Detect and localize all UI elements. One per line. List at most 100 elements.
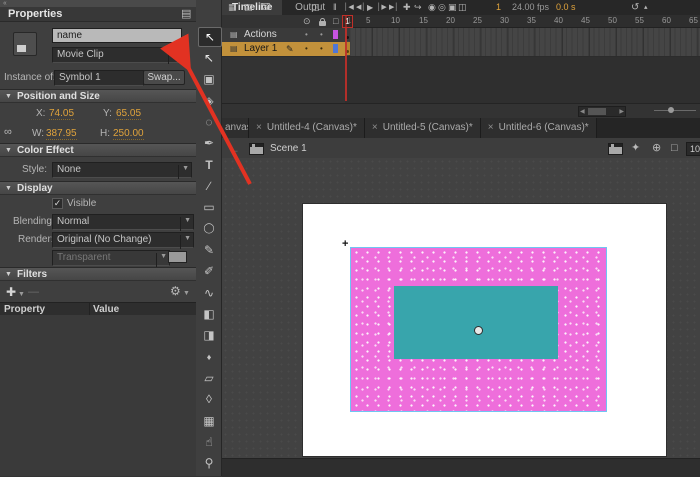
document-tab-untitled6[interactable]: ×Untitled-6 (Canvas)* bbox=[481, 118, 597, 138]
layer-row-layer1[interactable]: ▤ Layer 1 ✎ • • bbox=[222, 42, 345, 57]
layer-lock-dot[interactable]: • bbox=[320, 42, 323, 56]
scene-name[interactable]: Scene 1 bbox=[270, 143, 307, 154]
eyedropper-tool[interactable]: ♦ bbox=[198, 348, 220, 366]
constrain-proportions-icon[interactable]: ∞ bbox=[4, 127, 12, 138]
x-value[interactable]: 74.05 bbox=[49, 108, 74, 120]
frame-ruler[interactable]: 1 5 10 15 20 25 30 35 40 45 50 55 60 65 bbox=[345, 15, 700, 28]
lasso-tool[interactable]: ◌ bbox=[198, 113, 220, 131]
filter-options-gear-icon[interactable]: ⚙ bbox=[170, 285, 181, 297]
hand-tool[interactable]: ☝ bbox=[198, 433, 220, 451]
style-dropdown[interactable]: None ▼ bbox=[52, 162, 192, 178]
collapse-panel-icon[interactable]: ‹‹ bbox=[3, 0, 6, 7]
free-transform-tool[interactable]: ▣ bbox=[198, 70, 220, 88]
center-frame-button[interactable]: ◫ bbox=[311, 2, 320, 13]
modify-markers-button[interactable]: ◫ bbox=[458, 2, 467, 13]
background-color-swatch[interactable] bbox=[168, 251, 187, 263]
symbol-type-dropdown[interactable]: Movie Clip ▼ bbox=[52, 47, 182, 63]
transformation-point[interactable] bbox=[474, 326, 483, 335]
zoom-tool[interactable]: ⚲ bbox=[198, 454, 220, 472]
stage-zoom-input[interactable]: 100 bbox=[686, 142, 700, 156]
scroll-right-icon[interactable]: ▶ bbox=[619, 108, 624, 115]
reset-timeline-zoom-icon[interactable]: ↺ bbox=[631, 2, 639, 13]
render-dropdown[interactable]: Original (No Change) ▼ bbox=[52, 232, 194, 248]
outline-all-layers-icon[interactable]: □ bbox=[333, 16, 338, 27]
oval-tool[interactable]: ◯ bbox=[198, 220, 220, 238]
timeline-zoom-slider-track[interactable] bbox=[654, 110, 696, 111]
step-forward-button[interactable]: │▶ bbox=[377, 2, 387, 13]
playhead-frame-indicator[interactable]: 1 bbox=[342, 15, 353, 28]
teal-rectangle[interactable] bbox=[394, 286, 558, 359]
properties-title[interactable]: Properties bbox=[8, 8, 62, 20]
document-tab-untitled4[interactable]: ×Untitled-4 (Canvas)* bbox=[249, 118, 365, 138]
frame-rate-value[interactable]: 24.00 fps bbox=[512, 2, 549, 13]
layer-outline-color-swatch[interactable] bbox=[333, 44, 338, 53]
stage-bottom-scroll-track[interactable] bbox=[222, 458, 700, 477]
show-hide-all-layers-icon[interactable]: ⊙ bbox=[303, 16, 311, 27]
h-value[interactable]: 250.00 bbox=[113, 128, 144, 140]
layer-name[interactable]: Actions bbox=[244, 28, 277, 42]
w-value[interactable]: 387.95 bbox=[46, 128, 77, 140]
instance-name-input[interactable]: name bbox=[52, 28, 182, 43]
delete-layer-button[interactable]: ⌧ bbox=[260, 2, 270, 13]
document-tab-untitled5[interactable]: ×Untitled-5 (Canvas)* bbox=[365, 118, 481, 138]
frames-row-layer1[interactable] bbox=[345, 42, 700, 57]
layer-visibility-dot[interactable]: • bbox=[305, 42, 308, 56]
onion-skin-outlines-button[interactable]: ◎ bbox=[438, 2, 446, 13]
new-folder-button[interactable]: ▤ bbox=[244, 2, 253, 13]
panel-menu-icon[interactable]: ▤ bbox=[181, 9, 191, 20]
visible-checkbox[interactable]: ✓ bbox=[52, 198, 63, 209]
export-frame-button[interactable]: ↪ bbox=[414, 2, 422, 13]
edit-symbols-button[interactable]: ✦ bbox=[631, 143, 640, 154]
insert-frame-button[interactable]: ✚ bbox=[403, 2, 411, 13]
document-tab-partial[interactable]: anvas)* bbox=[222, 118, 249, 138]
value-column-header[interactable]: Value bbox=[93, 304, 119, 315]
scroll-left-icon[interactable]: ◀ bbox=[580, 108, 585, 115]
layer-outline-color-swatch[interactable] bbox=[333, 30, 338, 39]
property-column-header[interactable]: Property bbox=[4, 304, 45, 315]
timeline-zoom-slider-knob[interactable] bbox=[668, 107, 674, 113]
edit-scene-button[interactable] bbox=[608, 143, 623, 155]
pencil-tool[interactable]: ✎ bbox=[198, 241, 220, 259]
current-frame-value[interactable]: 1 bbox=[496, 2, 501, 13]
paint-bucket-tool[interactable]: ◧ bbox=[198, 305, 220, 323]
close-icon[interactable]: × bbox=[256, 122, 262, 133]
filter-options-chevron[interactable]: ▼ bbox=[183, 290, 189, 297]
swap-button[interactable]: Swap... bbox=[143, 70, 185, 85]
width-tool[interactable]: ◊ bbox=[198, 390, 220, 408]
layer-name[interactable]: Layer 1 bbox=[244, 42, 277, 56]
brush-tool[interactable]: ✐ bbox=[198, 262, 220, 280]
zoom-out-tri-icon[interactable]: ▴ bbox=[644, 2, 648, 13]
back-arrow-icon[interactable]: ← bbox=[228, 142, 240, 156]
frames-row-actions[interactable] bbox=[345, 28, 700, 43]
edit-multiple-frames-button[interactable]: ▣ bbox=[448, 2, 457, 13]
rectangle-tool[interactable]: ▭ bbox=[198, 198, 220, 216]
text-tool[interactable]: T bbox=[198, 156, 220, 174]
instance-name-field[interactable]: Symbol 1 bbox=[54, 70, 144, 86]
section-display[interactable]: ▼ Display bbox=[0, 181, 196, 195]
scrollbar-thumb[interactable] bbox=[588, 108, 606, 115]
center-stage-button[interactable]: ⊕ bbox=[652, 143, 661, 154]
subselection-tool[interactable]: ↖ bbox=[198, 49, 220, 67]
go-first-frame-button[interactable]: │◀ bbox=[344, 2, 354, 13]
section-filters[interactable]: ▼ Filters bbox=[0, 267, 196, 281]
remove-filter-icon[interactable]: — bbox=[28, 287, 39, 298]
layer-visibility-dot[interactable]: • bbox=[305, 28, 308, 42]
line-tool[interactable]: ∕ bbox=[198, 177, 220, 195]
bone-tool[interactable]: ∿ bbox=[198, 284, 220, 302]
timeline-scrollbar[interactable]: ◀ ▶ bbox=[578, 106, 626, 117]
step-back-button[interactable]: ◀│ bbox=[356, 2, 366, 13]
3d-rotation-tool[interactable]: ◈ bbox=[198, 92, 220, 110]
new-layer-button[interactable]: ▦ bbox=[228, 2, 237, 13]
close-icon[interactable]: × bbox=[488, 122, 494, 133]
add-filter-icon[interactable]: ✚ bbox=[6, 286, 16, 298]
selection-tool[interactable]: ↖ bbox=[198, 27, 222, 47]
lock-all-layers-icon[interactable] bbox=[319, 21, 326, 26]
play-button[interactable]: ▶ bbox=[367, 2, 373, 13]
layer-row-actions[interactable]: ▤ Actions • • bbox=[222, 28, 345, 43]
camera-tool[interactable]: ▦ bbox=[198, 412, 220, 430]
section-position-and-size[interactable]: ▼ Position and Size bbox=[0, 89, 196, 103]
layer-lock-dot[interactable]: • bbox=[320, 28, 323, 42]
ink-bottle-tool[interactable]: ◨ bbox=[198, 326, 220, 344]
onion-skin-button[interactable]: ◉ bbox=[428, 2, 436, 13]
go-last-frame-button[interactable]: ▶│ bbox=[389, 2, 399, 13]
